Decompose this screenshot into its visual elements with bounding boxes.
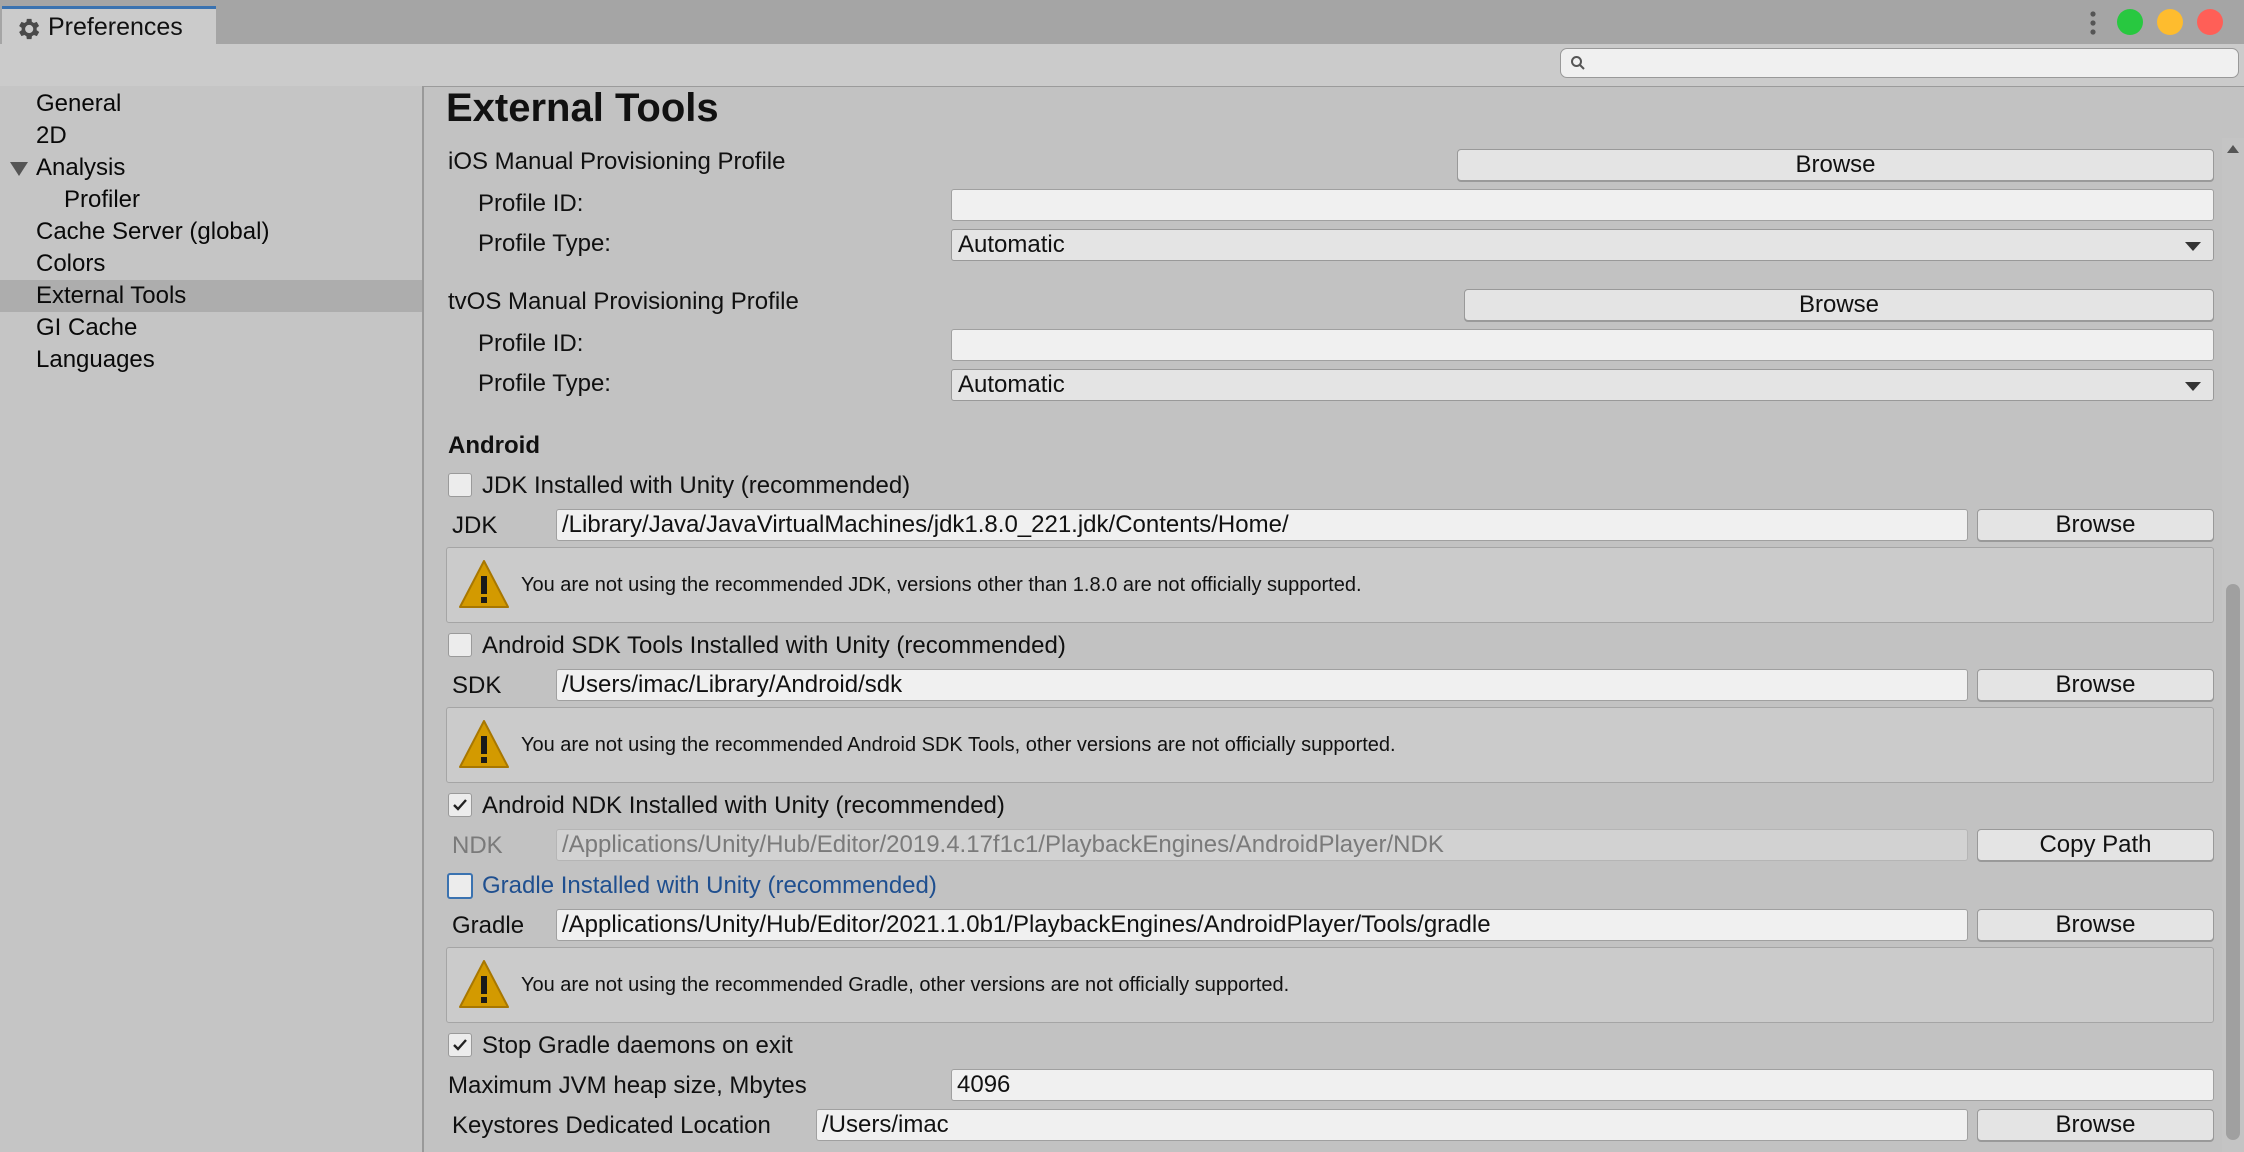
sidebar-item-external-tools[interactable]: External Tools bbox=[0, 280, 422, 312]
gradle-label: Gradle bbox=[452, 912, 525, 939]
chevron-down-icon bbox=[2185, 382, 2201, 391]
keystore-location-field[interactable]: /Users/imac bbox=[816, 1109, 1968, 1141]
search-icon bbox=[1571, 56, 1585, 70]
jdk-warning-text: You are not using the recommended JDK, v… bbox=[521, 574, 1362, 596]
more-options-icon[interactable] bbox=[2086, 8, 2100, 38]
sdk-label: SDK bbox=[452, 672, 502, 699]
sidebar-item-label: Analysis bbox=[36, 154, 126, 181]
sidebar: General 2D Analysis Profiler Cache Serve… bbox=[0, 86, 424, 1152]
window-title-bar bbox=[0, 0, 2244, 45]
dropdown-value: Automatic bbox=[958, 371, 1065, 398]
gradle-path-field[interactable]: /Applications/Unity/Hub/Editor/2021.1.0b… bbox=[556, 909, 1968, 941]
ndk-label: NDK bbox=[452, 832, 503, 859]
keystore-location-label: Keystores Dedicated Location bbox=[452, 1112, 771, 1139]
sidebar-item-colors[interactable]: Colors bbox=[0, 248, 422, 280]
sidebar-item-gi-cache[interactable]: GI Cache bbox=[0, 312, 422, 344]
sidebar-item-analysis[interactable]: Analysis bbox=[0, 152, 422, 184]
sdk-installed-checkbox[interactable] bbox=[448, 633, 472, 657]
sdk-warning-box: You are not using the recommended Androi… bbox=[446, 707, 2214, 783]
minimize-button[interactable] bbox=[2157, 9, 2183, 35]
checkmark-icon bbox=[453, 799, 467, 811]
jdk-label: JDK bbox=[452, 512, 498, 539]
keystore-browse-button[interactable]: Browse bbox=[1977, 1109, 2214, 1141]
tvos-profile-id-field[interactable] bbox=[951, 329, 2214, 361]
scrollbar-thumb[interactable] bbox=[2226, 584, 2240, 1140]
ndk-copy-path-button[interactable]: Copy Path bbox=[1977, 829, 2214, 861]
tvos-profile-id-label: Profile ID: bbox=[478, 330, 584, 357]
warning-icon bbox=[459, 960, 509, 1008]
scroll-up-arrow-icon[interactable] bbox=[2226, 144, 2240, 154]
ios-profile-id-field[interactable] bbox=[951, 189, 2214, 221]
page-title: External Tools bbox=[446, 86, 719, 130]
checkmark-icon bbox=[453, 1039, 467, 1051]
ios-profile-type-label: Profile Type: bbox=[478, 230, 611, 257]
preferences-tab[interactable]: Preferences bbox=[2, 6, 216, 46]
jvm-heap-field[interactable]: 4096 bbox=[951, 1069, 2214, 1101]
gradle-installed-label: Gradle Installed with Unity (recommended… bbox=[482, 872, 937, 899]
gradle-warning-text: You are not using the recommended Gradle… bbox=[521, 974, 1290, 996]
foldout-triangle-icon[interactable] bbox=[10, 162, 28, 176]
search-input[interactable] bbox=[1560, 48, 2239, 78]
jdk-path-field[interactable]: /Library/Java/JavaVirtualMachines/jdk1.8… bbox=[556, 509, 1968, 541]
sidebar-item-2d[interactable]: 2D bbox=[0, 120, 422, 152]
jdk-warning-box: You are not using the recommended JDK, v… bbox=[446, 547, 2214, 623]
maximize-button[interactable] bbox=[2117, 9, 2143, 35]
sdk-warning-text: You are not using the recommended Androi… bbox=[521, 734, 1396, 756]
chevron-down-icon bbox=[2185, 242, 2201, 251]
tvos-browse-button[interactable]: Browse bbox=[1464, 289, 2214, 321]
ndk-installed-label: Android NDK Installed with Unity (recomm… bbox=[482, 792, 1005, 819]
ios-profile-type-dropdown[interactable]: Automatic bbox=[951, 229, 2214, 261]
jdk-installed-label: JDK Installed with Unity (recommended) bbox=[482, 472, 911, 499]
warning-icon bbox=[459, 560, 509, 608]
gradle-warning-box: You are not using the recommended Gradle… bbox=[446, 947, 2214, 1023]
sidebar-item-cache-server[interactable]: Cache Server (global) bbox=[0, 216, 422, 248]
ios-section-label: iOS Manual Provisioning Profile bbox=[448, 148, 786, 175]
jdk-browse-button[interactable]: Browse bbox=[1977, 509, 2214, 541]
tvos-profile-type-label: Profile Type: bbox=[478, 370, 611, 397]
tvos-profile-type-dropdown[interactable]: Automatic bbox=[951, 369, 2214, 401]
tvos-section-label: tvOS Manual Provisioning Profile bbox=[448, 288, 799, 315]
sdk-browse-button[interactable]: Browse bbox=[1977, 669, 2214, 701]
gradle-browse-button[interactable]: Browse bbox=[1977, 909, 2214, 941]
jvm-heap-label: Maximum JVM heap size, Mbytes bbox=[448, 1072, 807, 1099]
sdk-path-field[interactable]: /Users/imac/Library/Android/sdk bbox=[556, 669, 1968, 701]
sidebar-item-general[interactable]: General bbox=[0, 88, 422, 120]
sidebar-item-languages[interactable]: Languages bbox=[0, 344, 422, 376]
warning-icon bbox=[459, 720, 509, 768]
stop-gradle-daemons-checkbox[interactable] bbox=[448, 1033, 472, 1057]
dropdown-value: Automatic bbox=[958, 231, 1065, 258]
android-heading: Android bbox=[448, 432, 540, 459]
sdk-installed-label: Android SDK Tools Installed with Unity (… bbox=[482, 632, 1066, 659]
gear-icon bbox=[19, 18, 40, 40]
ndk-path-field: /Applications/Unity/Hub/Editor/2019.4.17… bbox=[556, 829, 1968, 861]
close-button[interactable] bbox=[2197, 9, 2223, 35]
ios-browse-button[interactable]: Browse bbox=[1457, 149, 2214, 181]
stop-gradle-daemons-label: Stop Gradle daemons on exit bbox=[482, 1032, 793, 1059]
ndk-installed-checkbox[interactable] bbox=[448, 793, 472, 817]
gradle-installed-checkbox[interactable] bbox=[447, 873, 473, 899]
sidebar-item-profiler[interactable]: Profiler bbox=[0, 184, 422, 216]
tab-title: Preferences bbox=[48, 13, 183, 41]
jdk-installed-checkbox[interactable] bbox=[448, 473, 472, 497]
ios-profile-id-label: Profile ID: bbox=[478, 190, 584, 217]
